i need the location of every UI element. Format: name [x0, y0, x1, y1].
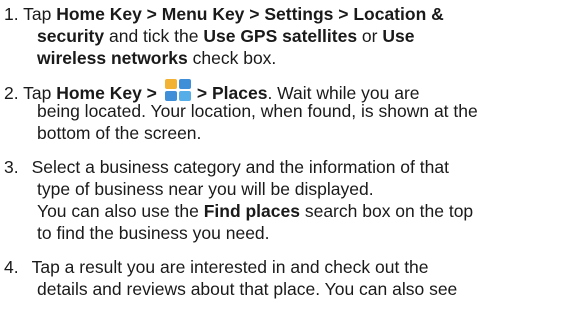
- step-text: check box.: [187, 48, 277, 68]
- step-3-line-1: 3. Select a business category and the inf…: [4, 156, 449, 178]
- step-3-line-3: You can also use the Find places search …: [37, 200, 473, 222]
- step-number: 3.: [4, 157, 19, 177]
- step-text: being located. Your location, when found…: [37, 101, 478, 121]
- step-4-line-1: 4. Tap a result you are interested in and…: [4, 256, 429, 278]
- step-text: Tap a result you are interested in and c…: [31, 257, 429, 277]
- step-3-line-2: type of business near you will be displa…: [37, 178, 374, 200]
- step-bold: security: [37, 26, 105, 46]
- step-text: You can also use the: [37, 201, 204, 221]
- step-2-line-3: bottom of the screen.: [37, 122, 201, 144]
- option-wireless-networks: wireless networks: [37, 48, 188, 68]
- step-bold-path: Home Key > Menu Key > Settings > Locatio…: [56, 4, 444, 24]
- option-use-wireless: Use: [382, 26, 415, 46]
- step-2-line-2: being located. Your location, when found…: [37, 100, 478, 122]
- step-text: type of business near you will be displa…: [37, 179, 374, 199]
- step-text: and tick the: [104, 26, 204, 46]
- step-3-line-4: to find the business you need.: [37, 222, 270, 244]
- step-number: 4.: [4, 257, 19, 277]
- step-text: or: [357, 26, 383, 46]
- step-1-line-2: security and tick the Use GPS satellites…: [37, 25, 414, 47]
- step-2-line-1: 2. Tap Home Key > > Places. Wait while yo…: [4, 78, 420, 103]
- option-use-gps: Use GPS satellites: [203, 26, 358, 46]
- step-text: to find the business you need.: [37, 223, 270, 243]
- step-text: details and reviews about that place. Yo…: [37, 279, 458, 299]
- step-1-line-1: 1. Tap Home Key > Menu Key > Settings > …: [4, 3, 444, 25]
- step-1-line-3: wireless networks check box.: [37, 47, 276, 69]
- step-number: 1.: [4, 4, 19, 24]
- step-4-line-2: details and reviews about that place. Yo…: [37, 278, 457, 300]
- app-drawer-icon: [163, 78, 193, 102]
- step-number: 2.: [4, 83, 19, 103]
- step-text: bottom of the screen.: [37, 123, 202, 143]
- step-text: search box on the top: [299, 201, 474, 221]
- find-places-label: Find places: [203, 201, 300, 221]
- step-text: Select a business category and the infor…: [31, 157, 449, 177]
- step-text: Tap: [18, 4, 57, 24]
- instruction-page: 1. Tap Home Key > Menu Key > Settings > …: [0, 0, 577, 329]
